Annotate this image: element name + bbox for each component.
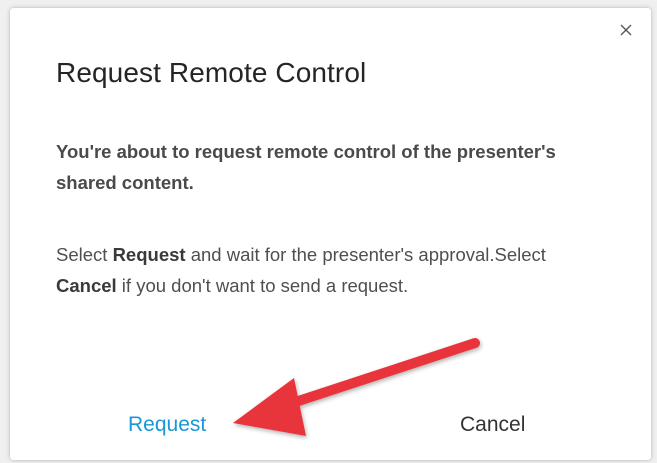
dialog-title: Request Remote Control <box>56 57 367 88</box>
dialog-body-text: Select Request and wait for the presente… <box>56 239 586 301</box>
request-remote-control-dialog: Request Remote Control You're about to r… <box>10 8 651 460</box>
cancel-button[interactable]: Cancel <box>460 413 525 437</box>
request-button[interactable]: Request <box>128 413 206 437</box>
body-cancel-word: Cancel <box>56 275 117 296</box>
close-icon <box>620 24 632 36</box>
close-button[interactable] <box>617 21 635 39</box>
body-text-part: Select <box>56 244 113 265</box>
body-text-part: if you don't want to send a request. <box>116 275 409 296</box>
screen: Request Remote Control You're about to r… <box>0 0 657 463</box>
dialog-lead-text: You're about to request remote control o… <box>56 141 556 193</box>
body-request-word: Request <box>112 244 186 265</box>
body-text-part: and wait for the presenter's approval.Se… <box>185 244 546 265</box>
